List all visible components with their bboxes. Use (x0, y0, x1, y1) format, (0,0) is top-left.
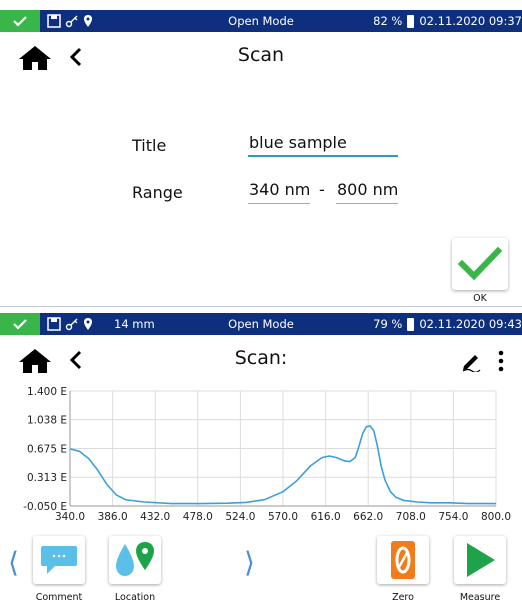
title-input[interactable]: blue sample (249, 133, 347, 152)
chart-x-tick-label: 524.0 (225, 511, 255, 523)
chart-x-tick-label: 386.0 (98, 511, 128, 523)
status-bar-top: Open Mode 82 % 02.11.2020 09:37 (0, 10, 522, 32)
comment-label: Comment (35, 592, 83, 603)
battery-icon (407, 14, 415, 28)
measure-button[interactable] (454, 536, 506, 584)
range-from-input[interactable]: 340 nm (249, 180, 310, 199)
chart-y-tick-label: 0.675 E (27, 444, 67, 456)
ok-button[interactable] (452, 238, 508, 290)
chart-x-tick-label: 662.0 (353, 511, 383, 523)
location-button[interactable] (109, 536, 161, 584)
chart-x-tick-label: 754.0 (438, 511, 468, 523)
title-label: Title (132, 136, 167, 155)
chart-x-tick-label: 800.0 (481, 511, 511, 523)
play-icon (467, 543, 495, 577)
nav-row-bottom: Scan: (0, 338, 522, 382)
status-check-icon (0, 10, 40, 32)
checkmark-icon (458, 246, 502, 281)
screen-divider (0, 306, 522, 307)
zero-button[interactable] (377, 536, 429, 584)
measure-label: Measure (459, 592, 501, 603)
cuvette-size: 14 mm (114, 317, 155, 331)
chart-x-tick-label: 616.0 (311, 511, 341, 523)
battery-percent: 79 % (373, 317, 403, 331)
battery-percent: 82 % (373, 14, 403, 28)
edit-pen-icon[interactable] (460, 350, 482, 372)
location-pin-icon (84, 15, 92, 27)
range-separator: - (319, 180, 325, 199)
status-check-icon (0, 313, 40, 335)
status-right: 82 % 02.11.2020 09:37 (373, 14, 522, 28)
range-to-underline (336, 203, 398, 204)
chart-x-tick-label: 432.0 (140, 511, 170, 523)
range-to-input[interactable]: 800 nm (337, 180, 398, 199)
chart-y-tick-label: 1.400 E (27, 386, 67, 398)
status-datetime: 02.11.2020 09:37 (419, 14, 522, 28)
zero-icon (391, 541, 415, 579)
title-input-underline (248, 155, 398, 157)
location-label: Location (114, 592, 156, 603)
chart-x-tick-label: 478.0 (183, 511, 213, 523)
key-icon (65, 15, 78, 28)
range-label: Range (132, 183, 183, 202)
location-icon (116, 542, 154, 576)
key-icon (65, 318, 78, 331)
comment-button[interactable] (33, 536, 85, 584)
status-bar-bottom: 14 mm Open Mode 79 % 02.11.2020 09:43 (0, 313, 522, 335)
battery-icon (407, 317, 415, 331)
page-title: Scan: (234, 347, 288, 369)
status-datetime: 02.11.2020 09:43 (419, 317, 522, 331)
chart-x-tick-label: 570.0 (268, 511, 298, 523)
range-from-underline (248, 203, 310, 204)
nav-row-top: Scan (0, 35, 522, 79)
page-title: Scan (237, 44, 285, 66)
zero-label: Zero (392, 592, 414, 603)
ok-label: OK (473, 293, 487, 304)
save-icon (47, 317, 61, 331)
chart-y-tick-label: 1.038 E (27, 415, 67, 427)
comment-icon (41, 546, 77, 574)
save-icon (47, 14, 61, 28)
chart-x-tick-label: 708.0 (396, 511, 426, 523)
chart-y-tick-label: -0.050 E (23, 501, 67, 513)
chart-y-tick-label: 0.313 E (27, 472, 67, 484)
toolbar-prev-chevron[interactable]: ⟨ (8, 546, 19, 579)
status-icons (40, 14, 114, 28)
toolbar-next-chevron[interactable]: ⟩ (244, 546, 255, 579)
more-menu-icon[interactable] (497, 350, 505, 372)
status-right: 79 % 02.11.2020 09:43 (373, 317, 522, 331)
status-icons (40, 317, 114, 331)
scan-chart: 340.0 386.0 432.0 478.0 524.0 570.0 616.0 662.0… (23, 386, 511, 523)
location-pin-icon (84, 318, 92, 330)
